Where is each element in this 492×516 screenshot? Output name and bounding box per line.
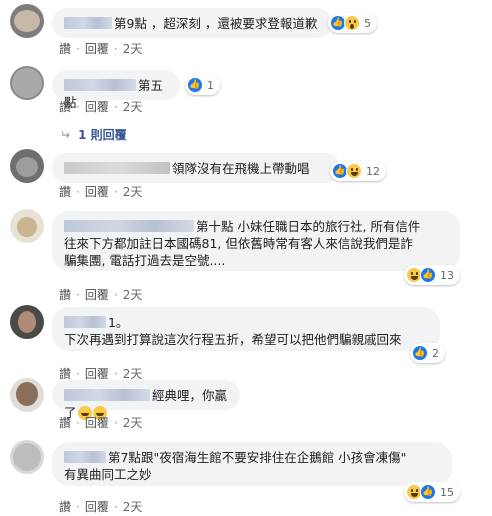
like-button[interactable]: 讚 [59, 100, 71, 114]
reply-button[interactable]: 回覆 [85, 100, 109, 114]
like-button[interactable]: 讚 [59, 288, 71, 302]
reply-button[interactable]: 回覆 [85, 500, 109, 514]
reply-button[interactable]: 回覆 [85, 416, 109, 430]
commenter-name[interactable] [64, 17, 112, 29]
comment-bubble: 領隊沒有在飛機上帶動唱 [52, 153, 340, 183]
comment-actions: 讚 · 回覆 · 2天 [59, 416, 143, 430]
reply-button[interactable]: 回覆 [85, 185, 109, 199]
avatar[interactable] [10, 378, 44, 412]
reaction-count: 1 [207, 78, 214, 92]
view-replies-link[interactable]: ↵ 1 則回覆 [60, 126, 127, 143]
reply-button[interactable]: 回覆 [85, 367, 109, 381]
like-button[interactable]: 讚 [59, 42, 71, 56]
like-icon: 👍 [420, 267, 436, 283]
commenter-name[interactable] [64, 79, 136, 91]
avatar[interactable] [10, 209, 44, 243]
reaction-summary[interactable]: 👍 5 [328, 13, 377, 33]
comment-actions: 讚 · 回覆 · 2天 [59, 500, 143, 514]
reaction-count: 13 [440, 268, 454, 282]
commenter-name[interactable] [64, 316, 106, 328]
avatar[interactable] [10, 440, 44, 474]
comment-bubble: 第五點 [52, 70, 180, 110]
wow-icon [344, 15, 360, 31]
like-icon: 👍 [187, 77, 203, 93]
reaction-summary[interactable]: 👍 1 [185, 75, 220, 95]
timestamp[interactable]: 2天 [123, 500, 143, 514]
comment-actions: 讚 · 回覆 · 2天 [59, 42, 143, 56]
comment-line-1: 1。 [64, 314, 428, 331]
reaction-count: 15 [440, 485, 454, 499]
comment-text: 第9點 ，超深刻 ，還被要求登報道歉 [114, 16, 318, 31]
avatar[interactable] [10, 149, 44, 183]
comment-actions: 讚 · 回覆 · 2天 [59, 100, 143, 114]
like-icon: 👍 [412, 345, 428, 361]
timestamp[interactable]: 2天 [123, 185, 143, 199]
replies-label: 1 則回覆 [78, 128, 127, 142]
reply-button[interactable]: 回覆 [85, 288, 109, 302]
reply-button[interactable]: 回覆 [85, 42, 109, 56]
like-button[interactable]: 讚 [59, 500, 71, 514]
commenter-name[interactable] [64, 220, 194, 232]
avatar[interactable] [10, 305, 44, 339]
timestamp[interactable]: 2天 [123, 42, 143, 56]
reaction-summary[interactable]: 👍 2 [410, 343, 445, 363]
timestamp[interactable]: 2天 [123, 416, 143, 430]
like-button[interactable]: 讚 [59, 416, 71, 430]
reaction-count: 2 [432, 346, 439, 360]
comment-line-1: 第7點跟"夜宿海生館不要安排住在企鵝館 小孩會凍傷" [64, 449, 440, 466]
commenter-name[interactable] [64, 162, 170, 174]
reaction-count: 5 [364, 16, 371, 30]
timestamp[interactable]: 2天 [123, 100, 143, 114]
commenter-name[interactable] [64, 451, 106, 463]
comment-text: 領隊沒有在飛機上帶動唱 [172, 161, 310, 176]
comment-bubble: 1。 下次再遇到打算說這次行程五折，希望可以把他們騙親戚回來 [52, 307, 440, 351]
comment-bubble: 第9點 ，超深刻 ，還被要求登報道歉 [52, 8, 332, 38]
reaction-summary[interactable]: 👍 15 [404, 482, 460, 502]
comment-line-2: 有異曲同工之妙 [64, 467, 152, 482]
comment-bubble: 第7點跟"夜宿海生館不要安排住在企鵝館 小孩會凍傷" 有異曲同工之妙 [52, 442, 452, 486]
reaction-summary[interactable]: 👍 13 [404, 265, 460, 285]
timestamp[interactable]: 2天 [123, 288, 143, 302]
avatar[interactable] [10, 4, 44, 38]
reply-arrow-icon: ↵ [60, 128, 71, 142]
comment-line-2: 下次再遇到打算說這次行程五折，希望可以把他們騙親戚回來 [64, 332, 402, 347]
like-button[interactable]: 讚 [59, 185, 71, 199]
comment-bubble: 第十點 小妹任職日本的旅行社, 所有信件 往來下方都加註日本國碼81, 但依舊時… [52, 211, 460, 271]
timestamp[interactable]: 2天 [123, 367, 143, 381]
comment-line-1: 第十點 小妹任職日本的旅行社, 所有信件 [64, 218, 448, 235]
haha-icon [346, 163, 362, 179]
commenter-name[interactable] [64, 389, 150, 401]
comment-bubble: 經典哩，你贏了 [52, 380, 240, 420]
like-button[interactable]: 讚 [59, 367, 71, 381]
avatar[interactable] [10, 66, 44, 100]
comment-line-3: 騙集團, 電話打過去是空號.... [64, 253, 226, 268]
reaction-count: 12 [366, 164, 380, 178]
comment-actions: 讚 · 回覆 · 2天 [59, 185, 143, 199]
reaction-summary[interactable]: 👍 12 [330, 161, 386, 181]
like-icon: 👍 [420, 484, 436, 500]
comment-actions: 讚 · 回覆 · 2天 [59, 288, 143, 302]
comment-line-2: 往來下方都加註日本國碼81, 但依舊時常有客人來信說我們是詐 [64, 236, 413, 251]
